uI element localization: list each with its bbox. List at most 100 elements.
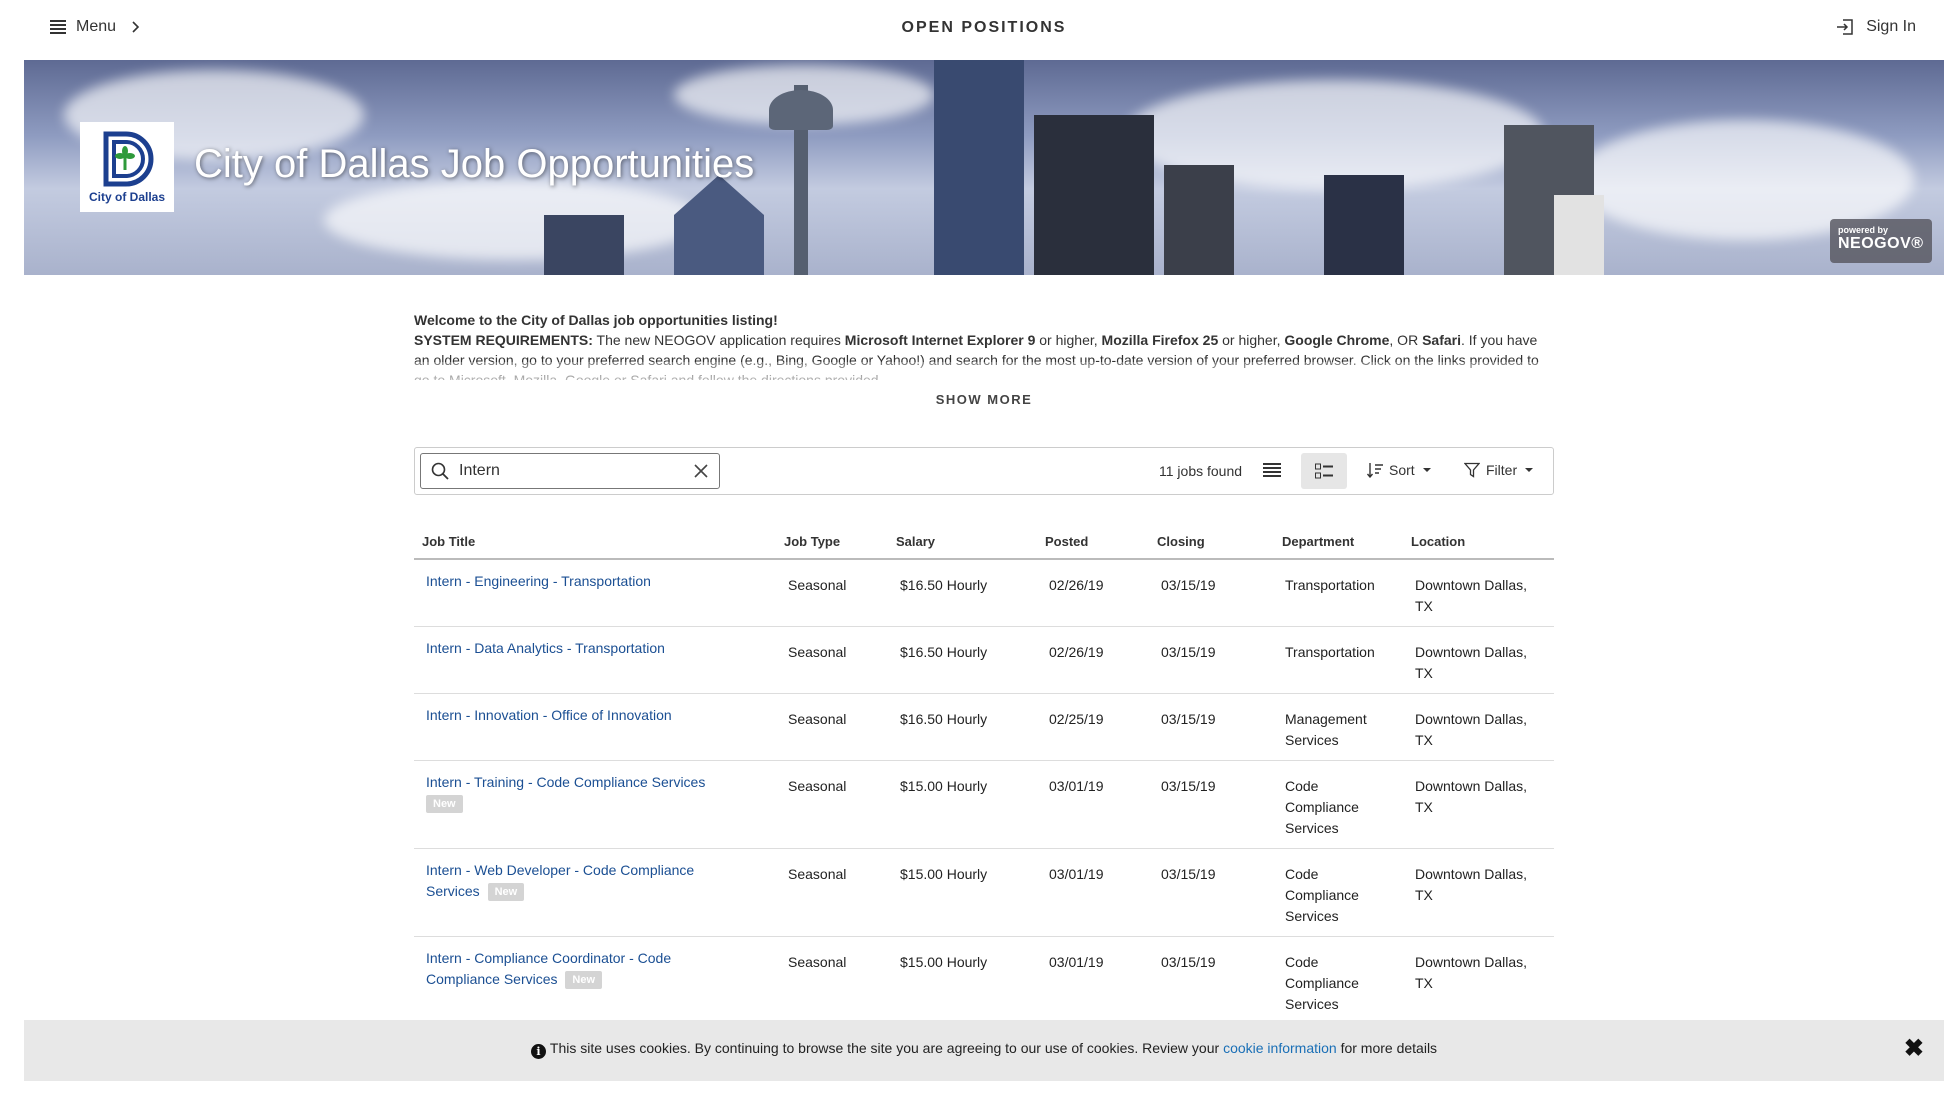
cookie-banner: i This site uses cookies. By continuing t…: [24, 1020, 1944, 1081]
job-posted: 03/01/19: [1049, 866, 1104, 882]
building: [934, 60, 1024, 275]
job-closing: 03/15/19: [1161, 577, 1216, 593]
search-box: [420, 453, 720, 489]
neogov-badge[interactable]: powered by NEOGOV®: [1830, 219, 1932, 263]
caret-down-icon: [1525, 468, 1534, 472]
job-posted: 03/01/19: [1049, 778, 1104, 794]
filter-icon: [1464, 462, 1480, 478]
top-bar: Menu OPEN POSITIONS Sign In: [24, 0, 1944, 60]
job-salary: $16.50 Hourly: [900, 711, 988, 727]
page-heading: OPEN POSITIONS: [901, 19, 1067, 36]
hero-banner: City of Dallas City of Dallas Job Opport…: [24, 60, 1944, 275]
sort-icon: [1367, 463, 1383, 478]
jobs-found-count: 11 jobs found: [1159, 463, 1243, 479]
caret-down-icon: [1422, 468, 1431, 472]
job-location: Downtown Dallas, TX: [1415, 644, 1528, 681]
building: [674, 175, 764, 275]
new-badge: New: [565, 971, 603, 990]
requirements-label: SYSTEM REQUIREMENTS:: [414, 332, 593, 348]
card-view-button[interactable]: [1301, 453, 1347, 489]
powered-by-text: powered by: [1838, 225, 1889, 235]
job-closing: 03/15/19: [1161, 711, 1216, 727]
filter-label: Filter: [1486, 462, 1518, 478]
job-type: Seasonal: [788, 778, 847, 794]
cookie-text-end: for more details: [1336, 1040, 1438, 1056]
job-type: Seasonal: [788, 577, 847, 593]
search-icon: [431, 462, 449, 480]
show-more-button[interactable]: SHOW MORE: [414, 392, 1554, 407]
card-view-icon: [1315, 463, 1333, 479]
new-badge: New: [487, 883, 525, 902]
filter-button[interactable]: Filter: [1464, 462, 1534, 478]
column-header-posted[interactable]: Posted: [1045, 534, 1088, 549]
job-salary: $15.00 Hourly: [900, 778, 988, 794]
column-header-department[interactable]: Department: [1282, 534, 1354, 549]
list-view-icon[interactable]: [1263, 461, 1281, 479]
job-posted: 02/25/19: [1049, 711, 1104, 727]
job-posted: 02/26/19: [1049, 577, 1104, 593]
cookie-message: i This site uses cookies. By continuing t…: [24, 1040, 1944, 1059]
info-icon: i: [530, 1044, 546, 1059]
logo-text: City of Dallas: [88, 190, 166, 204]
job-closing: 03/15/19: [1161, 644, 1216, 660]
intro-text: Welcome to the City of Dallas job opport…: [414, 310, 1554, 402]
reunion-tower-ball: [769, 90, 833, 130]
table-row: Intern - Data Analytics - Transportation…: [414, 627, 1554, 694]
job-salary: $16.50 Hourly: [900, 577, 988, 593]
cookie-information-link[interactable]: cookie information: [1223, 1040, 1337, 1056]
cloud: [324, 180, 704, 260]
column-header-salary[interactable]: Salary: [896, 534, 935, 549]
job-department: Transportation: [1285, 577, 1375, 593]
job-location: Downtown Dallas, TX: [1415, 778, 1528, 815]
job-title-link[interactable]: Intern - Web Developer - Code Compliance…: [426, 862, 694, 899]
requirements-text: or higher,: [1035, 332, 1102, 348]
job-type: Seasonal: [788, 711, 847, 727]
table-row: Intern - Innovation - Office of Innovati…: [414, 694, 1554, 761]
job-title-link[interactable]: Intern - Engineering - Transportation: [426, 571, 736, 592]
job-department: Code Compliance Services: [1285, 866, 1359, 924]
job-title-link[interactable]: Intern - Compliance Coordinator - Code C…: [426, 950, 671, 987]
table-row: Intern - Web Developer - Code Compliance…: [414, 849, 1554, 937]
job-location: Downtown Dallas, TX: [1415, 577, 1528, 614]
job-title-cell: Intern - Compliance Coordinator - Code C…: [426, 948, 716, 990]
browser-chrome: Google Chrome: [1284, 332, 1390, 348]
column-header-title[interactable]: Job Title: [422, 534, 475, 549]
building: [1164, 165, 1234, 275]
job-location: Downtown Dallas, TX: [1415, 711, 1528, 748]
job-title-cell: Intern - Web Developer - Code Compliance…: [426, 860, 726, 902]
building: [1034, 115, 1154, 275]
table-row: Intern - Compliance Coordinator - Code C…: [414, 937, 1554, 1025]
column-header-type[interactable]: Job Type: [784, 534, 840, 549]
search-toolbar: 11 jobs found Sort Filter: [414, 447, 1554, 495]
job-title-link[interactable]: Intern - Training - Code Compliance Serv…: [426, 774, 705, 790]
job-closing: 03/15/19: [1161, 778, 1216, 794]
browser-firefox: Mozilla Firefox 25: [1101, 332, 1219, 348]
close-cookie-icon[interactable]: ✖: [1904, 1034, 1924, 1063]
city-logo: City of Dallas: [80, 122, 174, 212]
job-type: Seasonal: [788, 644, 847, 660]
banner-title: City of Dallas Job Opportunities: [194, 142, 755, 186]
sort-button[interactable]: Sort: [1367, 462, 1431, 478]
column-header-closing[interactable]: Closing: [1157, 534, 1205, 549]
neogov-text: NEOGOV®: [1838, 235, 1924, 252]
job-posted: 02/26/19: [1049, 644, 1104, 660]
job-title-link[interactable]: Intern - Data Analytics - Transportation: [426, 638, 736, 659]
sign-in-button[interactable]: Sign In: [1836, 18, 1916, 36]
new-badge: New: [426, 795, 463, 814]
job-salary: $15.00 Hourly: [900, 866, 988, 882]
clear-search-icon[interactable]: [693, 463, 709, 479]
job-salary: $15.00 Hourly: [900, 954, 988, 970]
job-department: Code Compliance Services: [1285, 778, 1359, 836]
job-department: Transportation: [1285, 644, 1375, 660]
jobs-table: Job Title Job Type Salary Posted Closing…: [414, 525, 1554, 1025]
search-input[interactable]: [459, 462, 679, 480]
requirements-text: , OR: [1389, 332, 1423, 348]
table-row: Intern - Training - Code Compliance Serv…: [414, 761, 1554, 849]
browser-safari: Safari: [1422, 332, 1461, 348]
job-posted: 03/01/19: [1049, 954, 1104, 970]
job-department: Management Services: [1285, 711, 1367, 748]
sign-in-icon: [1837, 19, 1853, 35]
job-title-link[interactable]: Intern - Innovation - Office of Innovati…: [426, 705, 736, 726]
job-location: Downtown Dallas, TX: [1415, 954, 1528, 991]
column-header-location[interactable]: Location: [1411, 534, 1465, 549]
